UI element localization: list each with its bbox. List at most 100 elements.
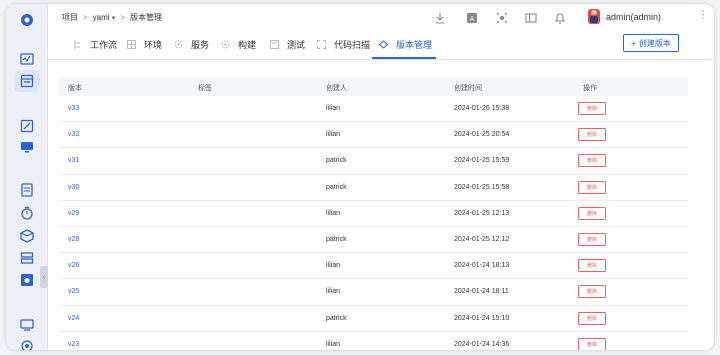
header-time: 创建时间	[454, 85, 482, 92]
delete-button[interactable]: 删除	[578, 180, 606, 194]
time-cell: 2024-01-24 18:13	[454, 262, 510, 270]
creator-cell: patrick	[326, 157, 347, 165]
delete-button[interactable]: 删除	[578, 128, 606, 142]
version-link[interactable]: v28	[68, 236, 79, 243]
creator-cell: lilian	[326, 262, 341, 270]
delete-button[interactable]: 删除	[578, 232, 606, 246]
plus-icon: +	[631, 38, 636, 48]
bell-icon[interactable]	[554, 11, 566, 24]
download-icon[interactable]	[434, 11, 446, 24]
sidebar-collapse-handle[interactable]: ‹	[40, 266, 48, 288]
active-tab-underline	[372, 57, 436, 59]
header-action: 操作	[583, 85, 597, 92]
avatar	[588, 9, 600, 24]
version-link[interactable]: v32	[68, 131, 79, 138]
delete-button[interactable]: 删除	[578, 259, 606, 273]
tab-label: 工作流	[90, 40, 118, 50]
version-link[interactable]: v23	[68, 341, 79, 348]
table-row: v24 patrick 2024-01-24 15:10 删除	[58, 306, 688, 332]
time-cell: 2024-01-25 12:13	[454, 209, 510, 217]
version-table: 版本 标签 创建人 创建时间 操作 v33 lilian 2024-01-26 15…	[58, 78, 688, 350]
delete-button[interactable]: 删除	[578, 311, 606, 325]
version-link[interactable]: v33	[68, 105, 79, 112]
creator-cell: lilian	[326, 340, 341, 348]
workflow-icon	[73, 40, 82, 49]
version-link[interactable]: v29	[68, 210, 79, 217]
monitor-icon[interactable]	[19, 51, 35, 67]
breadcrumb-project[interactable]: 项目	[62, 12, 78, 23]
delete-button[interactable]: 删除	[578, 154, 606, 168]
grid-icon	[127, 40, 136, 49]
breadcrumb: 项目 > yami ▾ > 版本管理	[62, 12, 162, 23]
chevron-down-icon: ▾	[111, 15, 116, 22]
version-link[interactable]: v25	[68, 288, 79, 295]
layout-icon[interactable]	[525, 11, 537, 23]
translate-icon[interactable]: A	[466, 11, 478, 23]
version-link[interactable]: v31	[68, 157, 79, 164]
version-icon	[379, 40, 388, 49]
tab-version-management[interactable]: 版本管理	[379, 38, 432, 51]
svg-text:A: A	[470, 15, 475, 23]
tab-bar: 工作流 环境 服务 构建 测试 代码扫描 版本管理 + 创建版本	[48, 30, 714, 60]
document-icon[interactable]	[19, 182, 35, 198]
breadcrumb-project-name[interactable]: yami ▾	[93, 13, 116, 22]
delete-button[interactable]: 删除	[578, 337, 606, 350]
tab-build[interactable]: 构建	[221, 38, 256, 51]
creator-cell: patrick	[326, 235, 347, 243]
time-cell: 2024-01-25 15:59	[454, 157, 510, 165]
tab-label: 构建	[238, 40, 257, 50]
table-row: v25 lilian 2024-01-24 18:11 删除	[58, 279, 688, 306]
tab-test[interactable]: 测试	[270, 38, 305, 51]
table-row: v23 lilian 2024-01-24 14:36 删除	[58, 332, 688, 350]
user-menu[interactable]: admin(admin)	[588, 9, 661, 24]
desktop-icon[interactable]	[19, 317, 35, 333]
table-row: v28 patrick 2024-01-25 12:12 删除	[58, 227, 688, 254]
more-icon[interactable]: ⋮	[698, 10, 708, 21]
header-creator: 创建人	[326, 85, 347, 92]
table-row: v26 lilian 2024-01-24 18:13 删除	[58, 253, 688, 280]
logo-icon[interactable]	[19, 12, 35, 28]
package-icon[interactable]	[19, 228, 35, 244]
tab-service[interactable]: 服务	[174, 38, 209, 51]
username: admin(admin)	[606, 11, 662, 22]
time-cell: 2024-01-24 18:11	[454, 288, 509, 296]
tab-code-scan[interactable]: 代码扫描	[317, 38, 370, 51]
tab-label: 测试	[287, 40, 306, 50]
test-icon	[270, 40, 279, 49]
create-version-button[interactable]: + 创建版本	[623, 34, 679, 52]
app-window: ‹ 项目 > yami ▾ > 版本管理 A admin(admin) ⋮ 工作…	[6, 4, 714, 350]
server-icon[interactable]	[19, 250, 35, 266]
network-icon[interactable]	[496, 11, 508, 23]
version-link[interactable]: v24	[68, 315, 79, 322]
version-link[interactable]: v30	[68, 184, 79, 191]
time-cell: 2024-01-24 14:36	[454, 340, 510, 348]
project-icon[interactable]	[19, 73, 35, 89]
edit-icon[interactable]	[19, 118, 35, 134]
tab-label: 服务	[191, 40, 210, 50]
header-version: 版本	[68, 85, 82, 92]
creator-cell: lilian	[326, 131, 341, 139]
delete-button[interactable]: 删除	[578, 102, 606, 115]
time-cell: 2024-01-25 20:54	[454, 131, 510, 139]
tab-workflow[interactable]: 工作流	[73, 38, 117, 51]
breadcrumb-current: 版本管理	[129, 13, 162, 22]
time-cell: 2024-01-25 12:12	[454, 235, 510, 243]
screen-icon[interactable]	[19, 139, 35, 155]
delete-button[interactable]: 删除	[578, 285, 606, 299]
top-bar: 项目 > yami ▾ > 版本管理 A admin(admin) ⋮	[48, 4, 714, 30]
table-header: 版本 标签 创建人 创建时间 操作	[58, 78, 688, 96]
camera-icon[interactable]	[19, 272, 35, 288]
delete-button[interactable]: 删除	[578, 206, 606, 220]
creator-cell: patrick	[326, 314, 347, 322]
version-link[interactable]: v26	[68, 262, 79, 269]
tab-environment[interactable]: 环境	[127, 38, 162, 51]
creator-cell: lilian	[326, 288, 341, 296]
table-row: v30 patrick 2024-01-25 15:58 删除	[58, 175, 688, 201]
creator-cell: lilian	[326, 105, 341, 112]
timer-icon[interactable]	[19, 205, 35, 221]
table-row: v31 patrick 2024-01-25 15:59 删除	[58, 148, 688, 175]
settings-icon[interactable]	[19, 338, 35, 350]
tab-label: 版本管理	[396, 40, 433, 50]
sidebar: ‹	[6, 4, 48, 350]
table-row: v33 lilian 2024-01-26 15:38 删除	[58, 96, 688, 123]
